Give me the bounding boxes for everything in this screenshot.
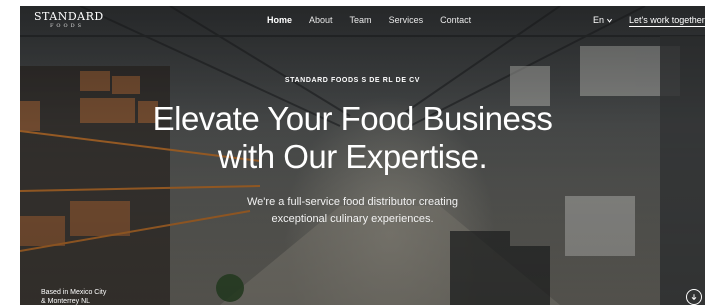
language-label: En <box>593 15 605 25</box>
hero-headline: Elevate Your Food Business with Our Expe… <box>0 100 705 176</box>
location-line-1: Based in Mexico City <box>41 289 107 296</box>
chevron-down-icon <box>607 18 613 23</box>
nav-item-contact[interactable]: Contact <box>440 15 471 25</box>
main-menu: Home About Team Services Contact <box>267 15 488 25</box>
company-eyebrow: STANDARD FOODS S DE RL DE CV <box>284 77 421 84</box>
location-line-2: & Monterrey NL <box>41 298 91 305</box>
hero-headline-line-1: Elevate Your Food Business <box>152 100 553 137</box>
brand-subname: FOODS <box>49 23 85 29</box>
brand-name: STANDARD <box>34 10 104 23</box>
work-together-link[interactable]: Let's work together <box>629 15 705 27</box>
hero-subtitle-line-2: exceptional culinary experiences. <box>271 213 434 225</box>
hero-headline-line-2: with Our Expertise. <box>217 138 488 175</box>
hero-subtitle: We're a full-service food distributor cr… <box>0 194 705 228</box>
nav-item-services[interactable]: Services <box>389 15 424 25</box>
arrow-down-icon <box>691 294 697 301</box>
language-selector[interactable]: En <box>593 15 613 25</box>
hero-subtitle-line-1: We're a full-service food distributor cr… <box>247 196 458 208</box>
brand-logo[interactable]: STANDARD FOODS <box>34 10 104 30</box>
top-navigation: STANDARD FOODS Home About Team Services … <box>0 0 705 44</box>
scroll-down-button[interactable] <box>686 289 702 305</box>
nav-item-team[interactable]: Team <box>350 15 372 25</box>
location-note: Based in Mexico City & Monterrey NL <box>41 288 106 305</box>
nav-item-about[interactable]: About <box>309 15 333 25</box>
nav-item-home[interactable]: Home <box>267 15 292 25</box>
